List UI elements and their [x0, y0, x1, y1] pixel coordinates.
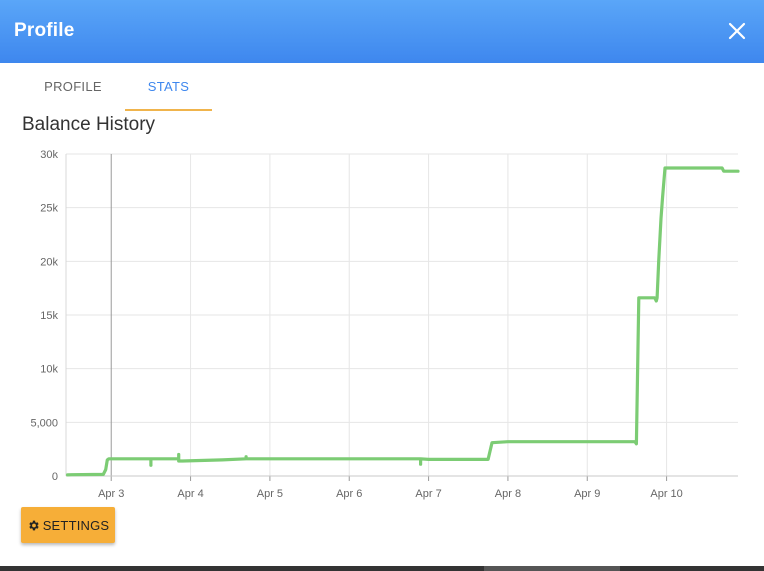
y-tick-label: 10k — [40, 364, 58, 376]
y-tick-label: 5,000 — [30, 417, 58, 429]
settings-button[interactable]: SETTINGS — [21, 507, 115, 543]
bottom-bar-chip — [484, 566, 620, 571]
dialog-header: Profile — [0, 0, 764, 63]
close-icon — [728, 22, 746, 40]
bottom-bar — [0, 566, 764, 571]
x-tick-label: Apr 8 — [495, 488, 521, 500]
settings-label: SETTINGS — [42, 517, 110, 533]
y-tick-label: 25k — [40, 203, 58, 215]
y-tick-label: 20k — [40, 256, 58, 268]
dialog-title: Profile — [14, 20, 75, 41]
x-tick-label: Apr 4 — [177, 488, 203, 500]
x-tick-label: Apr 3 — [98, 488, 124, 500]
chart-title: Balance History — [22, 114, 156, 135]
tab-stats[interactable]: STATS — [125, 63, 212, 111]
x-tick-label: Apr 5 — [257, 488, 283, 500]
tab-bar: PROFILE STATS — [0, 63, 764, 111]
balance-series-line — [65, 166, 740, 477]
close-button[interactable] — [724, 17, 750, 45]
y-tick-label: 15k — [40, 310, 58, 322]
x-tick-label: Apr 9 — [574, 488, 600, 500]
y-tick-label: 30k — [40, 149, 58, 161]
x-tick-label: Apr 7 — [415, 488, 441, 500]
x-tick-label: Apr 6 — [336, 488, 362, 500]
balance-history-chart: 0 5,000 10k 15k 20k 25k 30k Apr 3 Apr 4 Apr 5 Apr … — [30, 149, 740, 500]
tab-profile[interactable]: PROFILE — [28, 63, 118, 109]
x-tick-label: Apr 10 — [650, 488, 682, 500]
gear-icon — [27, 519, 40, 532]
y-tick-label: 0 — [52, 471, 58, 483]
